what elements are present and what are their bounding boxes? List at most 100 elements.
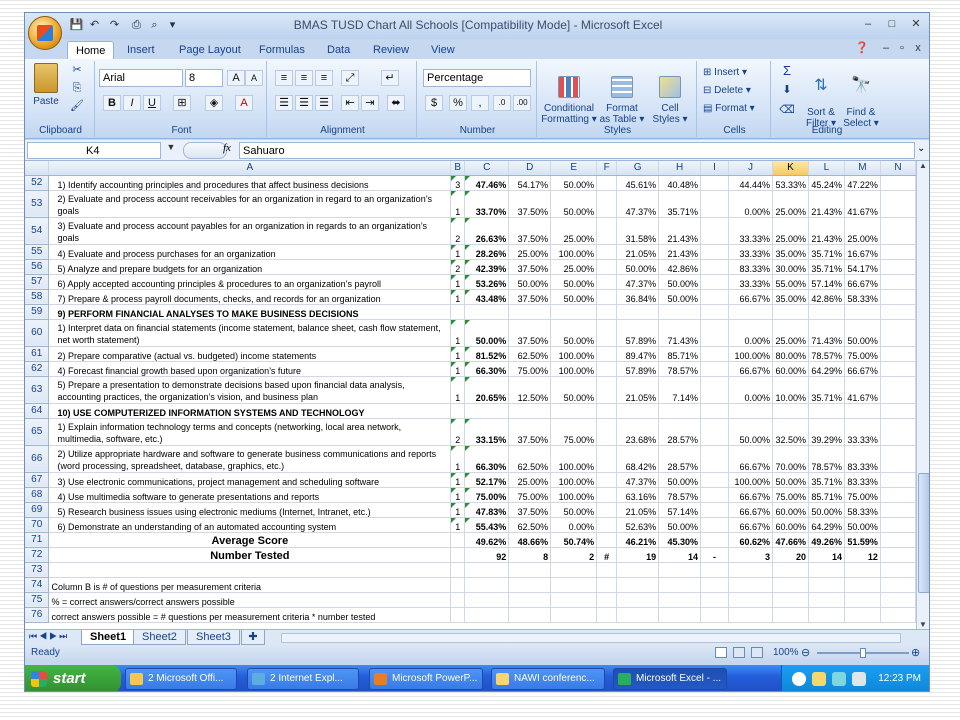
cell-j[interactable]: 50.00% xyxy=(728,418,773,446)
cell-k[interactable]: 75.00% xyxy=(772,487,809,503)
cell-h[interactable]: 14 xyxy=(658,547,702,563)
cell-g[interactable]: 21.05% xyxy=(616,244,660,260)
row-header[interactable]: 62 xyxy=(25,361,50,377)
cell-m[interactable]: 58.33% xyxy=(844,289,881,305)
cell-a[interactable]: 2) Prepare comparative (actual vs. budge… xyxy=(48,346,452,362)
cell-m[interactable] xyxy=(844,304,881,320)
tray-icon[interactable] xyxy=(812,672,826,686)
vertical-scrollbar[interactable]: ▲ ▼ xyxy=(916,161,929,629)
cell-b[interactable]: 1 xyxy=(450,190,466,218)
cell-c[interactable] xyxy=(464,562,510,578)
cell-c[interactable]: 66.30% xyxy=(464,361,510,377)
cell-n[interactable] xyxy=(880,403,916,419)
cell-e[interactable]: 25.00% xyxy=(550,259,598,275)
cell-n[interactable] xyxy=(880,517,916,533)
row-header[interactable]: 65 xyxy=(25,418,50,446)
cell-e[interactable]: 100.00% xyxy=(550,445,598,473)
cell-f[interactable] xyxy=(596,562,618,578)
cell-c[interactable]: 42.39% xyxy=(464,259,510,275)
sheet-tab-sheet1[interactable]: Sheet1 xyxy=(81,630,136,645)
cell-e[interactable]: 50.74% xyxy=(550,532,598,548)
cell-f[interactable] xyxy=(596,304,618,320)
cell-e[interactable]: 50.00% xyxy=(550,289,598,305)
cell-f[interactable] xyxy=(596,217,618,245)
cell-j[interactable]: 66.67% xyxy=(728,289,773,305)
fill-color-icon[interactable]: ◈ xyxy=(205,95,223,111)
conditional-formatting-button[interactable]: Conditional Formatting ▾ xyxy=(541,65,597,125)
zoom-level[interactable]: 100% xyxy=(773,645,799,661)
cell-n[interactable] xyxy=(880,607,916,623)
cell-b[interactable]: 1 xyxy=(450,361,466,377)
cell-i[interactable] xyxy=(700,562,729,578)
cell-f[interactable] xyxy=(596,607,618,623)
cell-f[interactable] xyxy=(596,175,618,191)
cell-f[interactable] xyxy=(596,418,618,446)
align-center-icon[interactable]: ☰ xyxy=(295,95,313,111)
cell-b[interactable]: 1 xyxy=(450,502,466,518)
column-header[interactable]: K xyxy=(772,161,809,176)
cell-i[interactable]: - xyxy=(700,547,729,563)
cell-m[interactable] xyxy=(844,562,881,578)
cell-k[interactable]: 32.50% xyxy=(772,418,809,446)
align-top-icon[interactable]: ≡ xyxy=(275,70,293,86)
cell-k[interactable]: 10.00% xyxy=(772,376,809,404)
cell-h[interactable] xyxy=(658,304,702,320)
cell-n[interactable] xyxy=(880,346,916,362)
column-header[interactable]: L xyxy=(808,161,845,176)
cell-i[interactable] xyxy=(700,361,729,377)
cell-k[interactable]: 30.00% xyxy=(772,259,809,275)
cell-f[interactable] xyxy=(596,403,618,419)
delete-button[interactable]: ⊟ Delete ▾ xyxy=(703,85,769,96)
cell-m[interactable]: 75.00% xyxy=(844,346,881,362)
number-format-box[interactable]: Percentage xyxy=(423,69,531,87)
help-tray-icon[interactable] xyxy=(792,672,806,686)
cell-c[interactable]: 53.26% xyxy=(464,274,510,290)
cell-l[interactable]: 50.00% xyxy=(808,502,845,518)
cell-d[interactable] xyxy=(508,592,552,608)
cell-k[interactable]: 25.00% xyxy=(772,190,809,218)
column-header[interactable]: G xyxy=(616,161,660,176)
minimize-button[interactable]: – xyxy=(857,15,879,33)
cell-j[interactable]: 44.44% xyxy=(728,175,773,191)
cell-g[interactable]: 19 xyxy=(616,547,660,563)
cell-i[interactable] xyxy=(700,592,729,608)
row-header[interactable]: 74 xyxy=(25,577,50,593)
column-header[interactable]: E xyxy=(550,161,598,176)
row-header[interactable]: 58 xyxy=(25,289,50,305)
shrink-font-icon[interactable]: A xyxy=(245,70,263,86)
taskbar-item-folder[interactable]: NAWI conferenc... xyxy=(491,668,605,690)
row-header[interactable]: 57 xyxy=(25,274,50,290)
cell-e[interactable]: 100.00% xyxy=(550,244,598,260)
cell-d[interactable]: 12.50% xyxy=(508,376,552,404)
tab-view[interactable]: View xyxy=(423,41,463,59)
cell-d[interactable]: 62.50% xyxy=(508,517,552,533)
cell-c[interactable] xyxy=(464,607,510,623)
cell-e[interactable]: 0.00% xyxy=(550,517,598,533)
align-right-icon[interactable]: ☰ xyxy=(315,95,333,111)
cell-h[interactable] xyxy=(658,607,702,623)
cell-h[interactable]: 78.57% xyxy=(658,361,702,377)
cell-m[interactable]: 83.33% xyxy=(844,472,881,488)
cell-n[interactable] xyxy=(880,502,916,518)
cell-l[interactable]: 78.57% xyxy=(808,346,845,362)
cell-l[interactable]: 78.57% xyxy=(808,445,845,473)
cell-l[interactable] xyxy=(808,304,845,320)
cell-d[interactable]: 37.50% xyxy=(508,259,552,275)
select-all-corner[interactable] xyxy=(25,161,50,176)
cell-h[interactable] xyxy=(658,562,702,578)
cell-a[interactable] xyxy=(48,562,452,578)
row-header[interactable]: 59 xyxy=(25,304,50,320)
cell-e[interactable]: 25.00% xyxy=(550,217,598,245)
cell-l[interactable]: 57.14% xyxy=(808,274,845,290)
cell-i[interactable] xyxy=(700,517,729,533)
expand-formula-bar-icon[interactable]: ⌄ xyxy=(917,143,925,154)
cell-l[interactable]: 42.86% xyxy=(808,289,845,305)
cell-b[interactable] xyxy=(450,562,466,578)
cell-n[interactable] xyxy=(880,217,916,245)
row-header[interactable]: 72 xyxy=(25,547,50,563)
cell-e[interactable] xyxy=(550,607,598,623)
row-header[interactable]: 54 xyxy=(25,217,50,245)
cell-c[interactable] xyxy=(464,592,510,608)
cell-d[interactable]: 37.50% xyxy=(508,502,552,518)
cell-b[interactable]: 1 xyxy=(450,517,466,533)
